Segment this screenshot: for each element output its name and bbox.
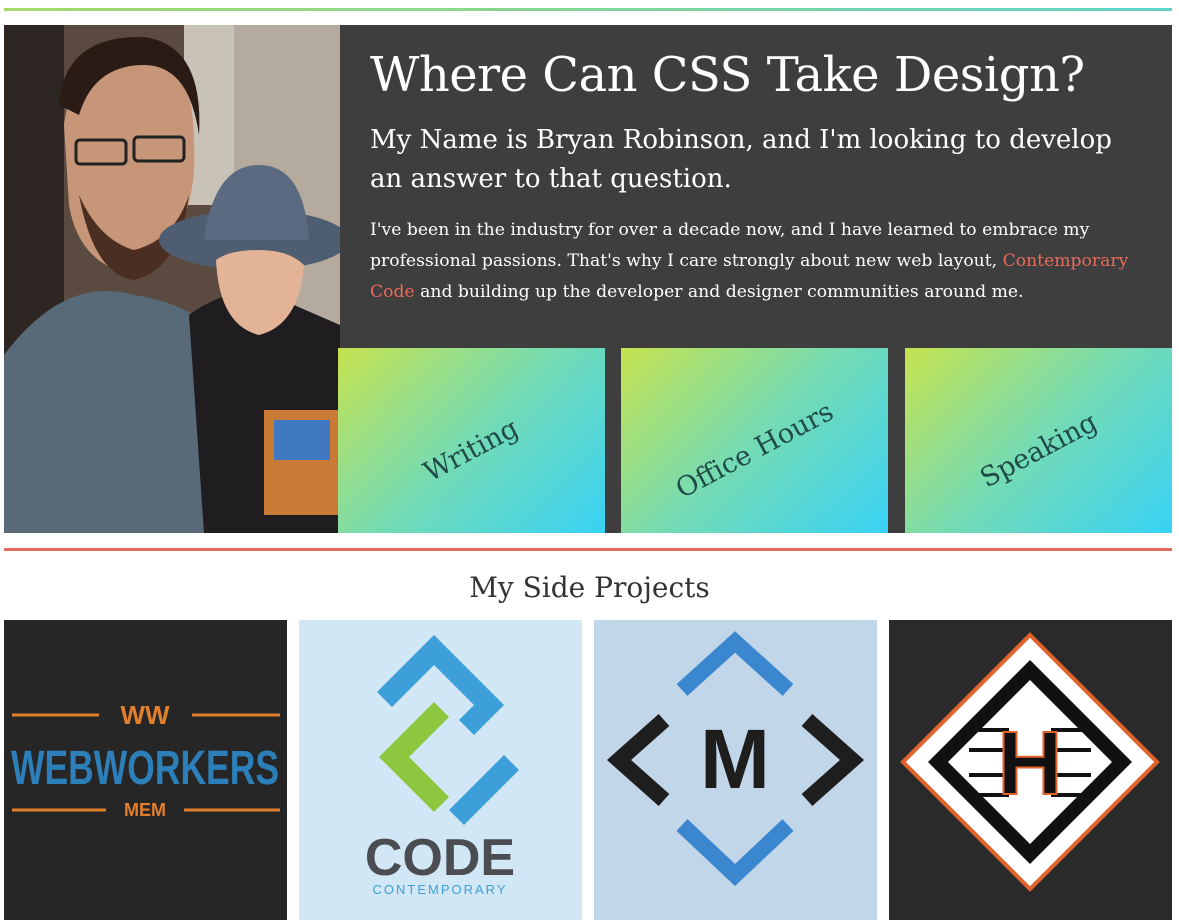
code-contemporary-logo: CODE CONTEMPORARY <box>365 635 519 897</box>
office-hours-tile[interactable]: Office Hours <box>621 348 888 533</box>
portrait-photo <box>4 25 340 533</box>
hero-intro: I've been in the industry for over a dec… <box>370 215 1140 308</box>
hero-text: Where Can CSS Take Design? My Name is Br… <box>370 47 1150 308</box>
hero-intro-text-end: and building up the developer and design… <box>414 282 1024 302</box>
logo-text: M <box>700 712 770 806</box>
page-title: Where Can CSS Take Design? <box>370 47 1085 103</box>
tile-label: Writing <box>419 412 524 489</box>
m-diamond-logo: M <box>606 631 865 886</box>
webworkers-logo: WW WEBWORKERS MEM <box>11 700 280 820</box>
project-m-diamond[interactable]: M <box>594 620 877 920</box>
h-circuit-logo: H <box>900 632 1160 892</box>
hero-subtitle: My Name is Bryan Robinson, and I'm looki… <box>370 125 1112 194</box>
logo-text: CONTEMPORARY <box>373 882 508 897</box>
projects-heading: My Side Projects <box>469 571 710 604</box>
logo-text: H <box>998 714 1063 814</box>
logo-text: WW <box>120 700 170 730</box>
section-divider <box>4 548 1172 551</box>
project-webworkers[interactable]: WW WEBWORKERS MEM <box>4 620 287 920</box>
speaking-tile[interactable]: Speaking <box>905 348 1172 533</box>
logo-text: CODE <box>365 829 515 887</box>
writing-tile[interactable]: Writing <box>338 348 605 533</box>
project-code-contemporary[interactable]: CODE CONTEMPORARY <box>299 620 582 920</box>
top-gradient-rule <box>4 8 1172 11</box>
project-h-circuit[interactable]: H <box>889 620 1172 920</box>
tile-label: Speaking <box>974 406 1103 495</box>
hero-section: Where Can CSS Take Design? My Name is Br… <box>4 25 1172 533</box>
tile-label: Office Hours <box>670 396 839 505</box>
logo-text: MEM <box>124 800 166 820</box>
logo-text: WEBWORKERS <box>11 742 279 795</box>
hero-intro-text: I've been in the industry for over a dec… <box>370 220 1090 271</box>
topic-tiles: Writing Office Hours Speaking <box>338 348 1172 533</box>
